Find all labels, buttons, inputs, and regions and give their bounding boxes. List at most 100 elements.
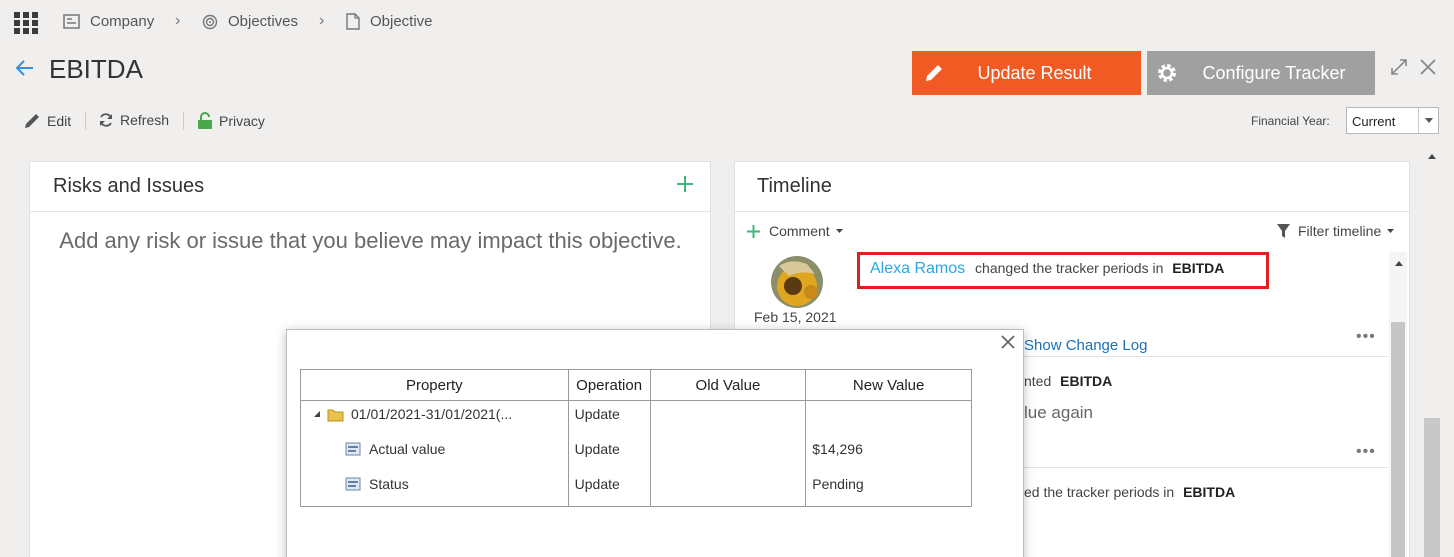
page-scrollbar-thumb[interactable]: [1424, 418, 1440, 557]
filter-timeline-label: Filter timeline: [1298, 223, 1382, 239]
column-header: New Value: [805, 369, 972, 401]
update-result-label: Update Result: [977, 62, 1092, 83]
plus-icon: [747, 224, 760, 238]
field-icon: [345, 477, 361, 490]
timeline-entry-3: ed the tracker periods in EBITDA: [1024, 484, 1235, 500]
add-risk-icon[interactable]: [676, 175, 694, 193]
update-result-button[interactable]: Update Result: [912, 51, 1141, 95]
financial-year-value: Current: [1352, 114, 1396, 129]
configure-tracker-label: Configure Tracker: [1202, 62, 1346, 83]
breadcrumb-objective: Objective: [346, 13, 433, 30]
filter-timeline-button[interactable]: Filter timeline: [1276, 223, 1395, 239]
breadcrumb-company-label: Company: [90, 13, 155, 30]
financial-year-select[interactable]: Current: [1346, 107, 1439, 134]
timeline-action: ed the tracker periods in: [1024, 484, 1175, 500]
column-header: Old Value: [649, 369, 807, 401]
panel-divider: [735, 211, 1409, 212]
toolbar-divider: [183, 112, 184, 130]
chevron-right-icon: ›: [175, 12, 181, 29]
collapse-triangle-icon[interactable]: [313, 410, 321, 418]
financial-year-label: Financial Year:: [1251, 114, 1330, 128]
table-row: Actual value Update $14,296: [300, 435, 972, 471]
operation-cell: Update: [567, 435, 651, 471]
avatar[interactable]: [771, 256, 823, 308]
operation-cell: Update: [567, 470, 651, 507]
scroll-up-arrow-icon[interactable]: [1394, 259, 1404, 267]
folder-icon: [327, 409, 344, 421]
edit-label: Edit: [47, 112, 72, 129]
add-comment-button[interactable]: Comment: [746, 223, 844, 239]
show-change-log-link[interactable]: Show Change Log: [1024, 337, 1147, 354]
timeline-target[interactable]: EBITDA: [1172, 260, 1224, 276]
expand-icon[interactable]: [1390, 58, 1408, 76]
table-row: 01/01/2021-31/01/2021(... Update: [300, 400, 972, 436]
target-icon: [202, 14, 218, 29]
chevron-right-icon: ›: [319, 12, 325, 29]
panel-divider: [30, 211, 710, 212]
caret-down-icon: [1387, 229, 1395, 233]
caret-down-icon: [835, 229, 843, 233]
property-cell: Actual value: [300, 435, 569, 471]
chevron-down-icon: [1418, 108, 1438, 133]
breadcrumb-bar: Company › Objectives › Objective: [0, 0, 1454, 46]
property-cell: 01/01/2021-31/01/2021(...: [300, 400, 569, 436]
more-options-icon[interactable]: •••: [1356, 443, 1376, 461]
field-icon: [345, 442, 361, 455]
close-icon[interactable]: [999, 333, 1017, 351]
property-label: 01/01/2021-31/01/2021(...: [351, 406, 513, 422]
timeline-scrollbar-thumb[interactable]: [1391, 322, 1405, 557]
column-header: Property: [300, 369, 569, 401]
breadcrumb-objectives[interactable]: Objectives: [202, 13, 298, 30]
timeline-entry-body: lue again: [1024, 403, 1094, 422]
company-icon: [63, 14, 80, 29]
property-cell: Status: [300, 470, 569, 507]
old-value-cell: [649, 435, 807, 471]
close-icon[interactable]: [1419, 58, 1437, 76]
new-value-cell: [805, 400, 972, 436]
new-value-cell: Pending: [805, 470, 972, 507]
timeline-divider: [1024, 467, 1388, 468]
timeline-action: changed the tracker periods in: [975, 260, 1164, 276]
column-header: Operation: [567, 369, 651, 401]
timeline-action: nted: [1024, 373, 1052, 389]
toolbar-divider: [85, 112, 86, 130]
timeline-date: Feb 15, 2021: [754, 309, 837, 325]
filter-icon: [1277, 224, 1290, 238]
timeline-entry-1: Alexa Ramos changed the tracker periods …: [870, 260, 1224, 278]
timeline-entry-2: nted EBITDA: [1024, 373, 1112, 389]
breadcrumb-company[interactable]: Company: [63, 13, 154, 30]
privacy-button[interactable]: Privacy: [197, 112, 265, 130]
timeline-target[interactable]: EBITDA: [1183, 484, 1235, 500]
back-arrow-icon[interactable]: [13, 56, 37, 80]
edit-button[interactable]: Edit: [24, 112, 71, 129]
timeline-target[interactable]: EBITDA: [1060, 373, 1112, 389]
risks-panel-title: Risks and Issues: [53, 175, 205, 197]
timeline-panel-title: Timeline: [757, 175, 832, 197]
scroll-up-arrow-icon[interactable]: [1427, 152, 1437, 160]
property-label: Actual value: [369, 440, 446, 457]
refresh-label: Refresh: [120, 112, 170, 128]
new-value-cell: $14,296: [805, 435, 972, 471]
comment-label: Comment: [769, 223, 830, 239]
pencil-icon: [912, 51, 956, 95]
pencil-icon: [25, 114, 39, 128]
more-options-icon[interactable]: •••: [1356, 328, 1376, 346]
page-title: EBITDA: [49, 54, 143, 84]
app-grid-icon[interactable]: [14, 12, 38, 34]
breadcrumb-objective-label: Objective: [370, 13, 433, 30]
table-row: Status Update Pending: [300, 470, 972, 507]
old-value-cell: [649, 400, 807, 436]
change-log-table: Property Operation Old Value New Value 0…: [300, 369, 972, 507]
privacy-label: Privacy: [219, 113, 265, 129]
breadcrumb-objectives-label: Objectives: [228, 13, 299, 30]
property-label: Status: [369, 475, 409, 492]
user-link[interactable]: Alexa Ramos: [870, 260, 965, 277]
lock-icon: [198, 112, 212, 129]
refresh-icon: [100, 113, 112, 127]
configure-tracker-button[interactable]: Configure Tracker: [1147, 51, 1375, 95]
timeline-divider: [1024, 356, 1388, 357]
old-value-cell: [649, 470, 807, 507]
risks-empty-message: Add any risk or issue that you believe m…: [59, 228, 682, 253]
table-header-row: Property Operation Old Value New Value: [300, 369, 972, 401]
refresh-button[interactable]: Refresh: [98, 112, 169, 128]
